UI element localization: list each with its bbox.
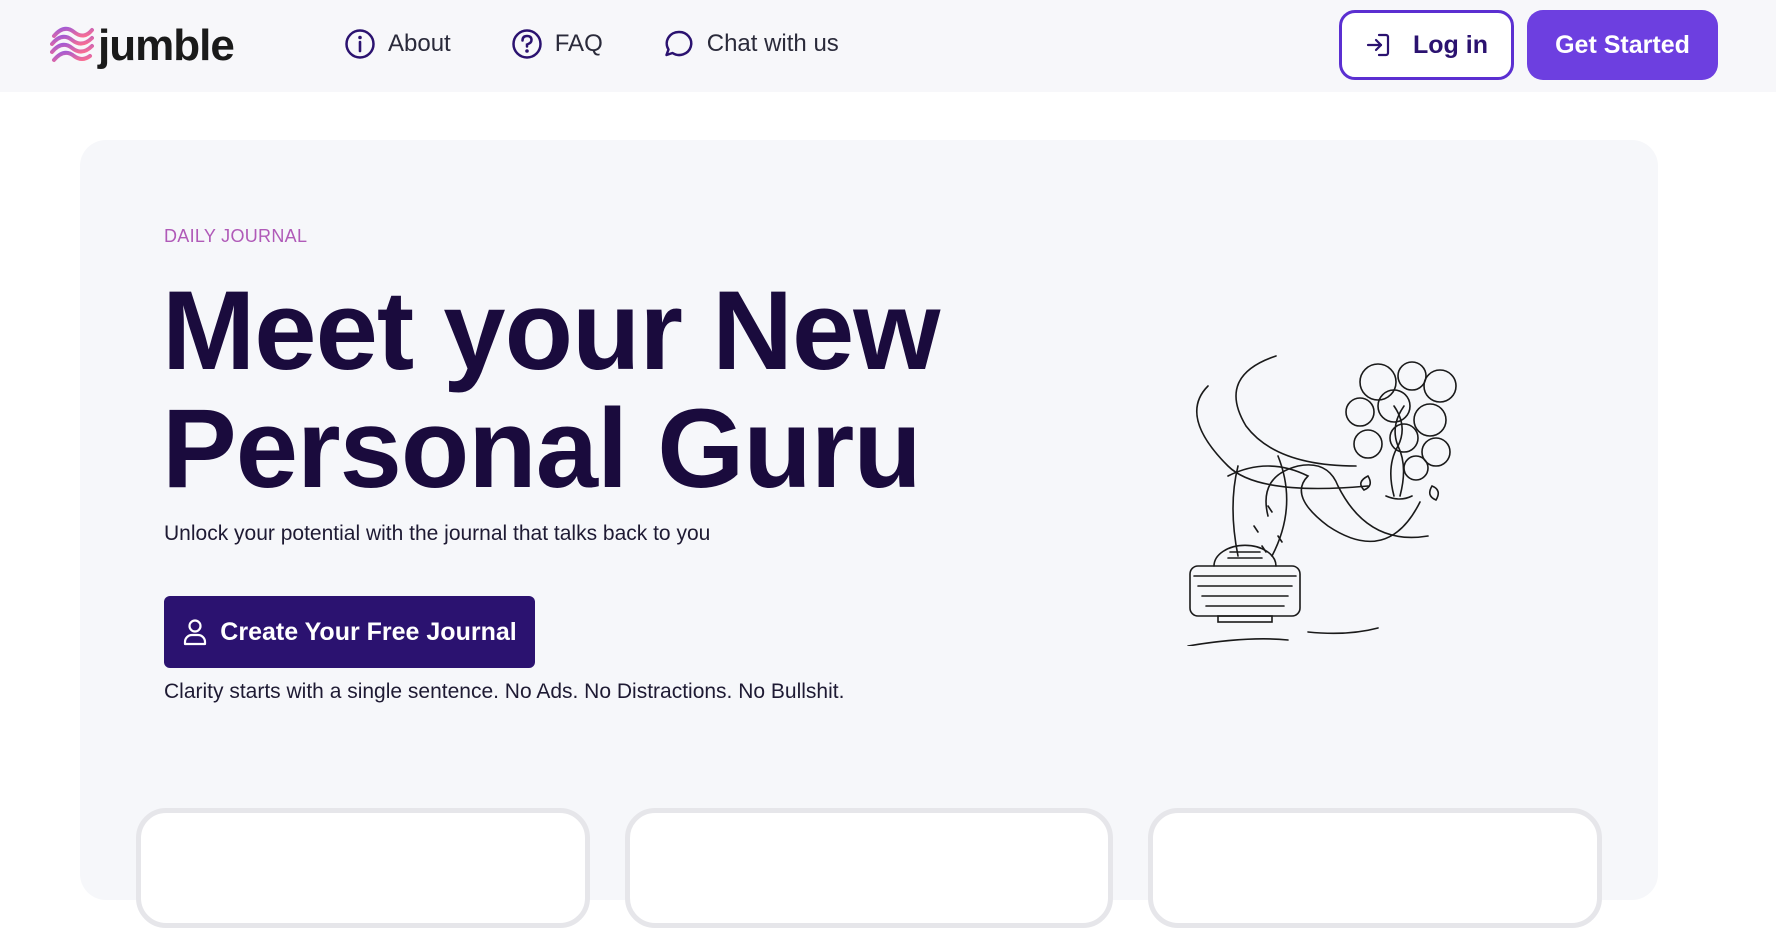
hero-headline-line-1: Meet your New [162, 268, 940, 393]
nav-label-about: About [388, 30, 451, 57]
get-started-button[interactable]: Get Started [1527, 10, 1718, 80]
brand-logo[interactable]: jumble [50, 18, 235, 74]
hero-headline-line-2: Personal Guru [162, 386, 922, 511]
feature-card-2 [625, 808, 1113, 928]
hero-subhead: Unlock your potential with the journal t… [164, 522, 711, 545]
hero-headline: Meet your New Personal Guru [162, 272, 1062, 508]
info-circle-icon [345, 29, 375, 59]
create-journal-button[interactable]: Create Your Free Journal [164, 596, 535, 668]
hero-tagline: Clarity starts with a single sentence. N… [164, 680, 845, 703]
chat-bubble-icon [664, 30, 693, 57]
top-navigation-bar: jumble About FAQ Chat with us Log in Get… [0, 0, 1776, 92]
main-nav: About FAQ Chat with us [344, 26, 899, 62]
nav-item-chat[interactable]: Chat with us [663, 26, 839, 62]
typewriter-tree-illustration [1187, 355, 1457, 646]
feature-card-3 [1148, 808, 1602, 928]
get-started-label: Get Started [1555, 30, 1690, 59]
nav-label-chat: Chat with us [706, 30, 839, 57]
hero-eyebrow: DAILY JOURNAL [164, 226, 308, 246]
nav-item-faq[interactable]: FAQ [511, 26, 603, 62]
login-label: Log in [1413, 30, 1488, 59]
nav-label-faq: FAQ [554, 30, 603, 57]
user-icon [184, 619, 207, 646]
feature-card-1 [136, 808, 590, 928]
question-circle-icon [511, 29, 542, 59]
login-arrow-icon [1366, 33, 1390, 57]
brand-name: jumble [98, 21, 235, 70]
login-button[interactable]: Log in [1339, 10, 1514, 80]
create-journal-label: Create Your Free Journal [220, 617, 517, 646]
jumble-logo-icon [50, 26, 94, 62]
nav-item-about[interactable]: About [344, 26, 451, 62]
